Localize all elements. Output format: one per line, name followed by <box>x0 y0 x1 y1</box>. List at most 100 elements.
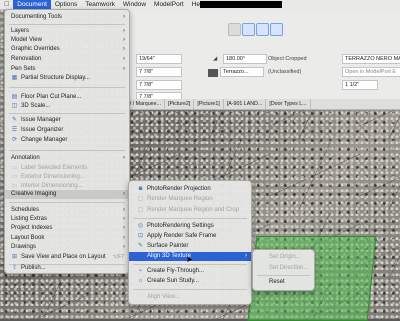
item-label: Drawings <box>11 244 37 250</box>
menu-item-publish[interactable]: ⇪ Publish... <box>5 264 129 273</box>
item-label: Reset <box>269 279 285 285</box>
angle-field[interactable]: 180.00° <box>223 54 267 64</box>
menu-item-issue-organizer[interactable]: ☰ Issue Organizer <box>5 126 129 135</box>
divider <box>133 264 247 265</box>
menu-item-photorender-projection[interactable]: ◙ PhotoRender Projection <box>129 185 251 194</box>
menu-item-annotation[interactable]: Annotation › <box>5 154 129 163</box>
menu-item-change-manager[interactable]: ⟳ Change Manager <box>5 136 129 145</box>
chevron-right-icon: › <box>123 37 125 43</box>
item-label: Set Direction... <box>269 265 309 271</box>
apple-icon[interactable]:  <box>0 0 13 9</box>
item-label: Model View <box>11 37 42 43</box>
tab-door-types[interactable]: [Door Types L... <box>266 99 311 109</box>
item-label: Publish... <box>21 265 46 271</box>
menu-item-create-fly-through[interactable]: ⌁ Create Fly-Through... <box>129 267 251 276</box>
item-label: Create Sun Study... <box>147 278 199 284</box>
label-icon: ▭ <box>11 165 18 171</box>
scale-icon: ◫ <box>11 103 18 109</box>
menu-item-listing-extras[interactable]: Listing Extras › <box>5 215 129 224</box>
menu-item-3d-scale[interactable]: ◫ 3D Scale... <box>5 102 129 111</box>
tab-a901-land[interactable]: [A-901 LAND... <box>224 99 267 109</box>
menu-item-partial-structure[interactable]: ▦ Partial Structure Display... <box>5 74 129 83</box>
item-label: Renovation <box>11 56 42 62</box>
menu-item-layout-book[interactable]: Layout Book › <box>5 234 129 243</box>
brush-icon: ✎ <box>137 243 144 249</box>
texture-swatch-icon <box>208 69 218 77</box>
view-icon[interactable] <box>256 23 269 36</box>
tool-icon[interactable] <box>228 23 241 36</box>
menu-item-graphic-overrides[interactable]: Graphic Overrides › <box>5 45 129 54</box>
menu-item-pen-sets[interactable]: Pen Sets › <box>5 65 129 74</box>
menu-item-label-selected: ▭ Label Selected Elements <box>5 164 129 173</box>
frame-icon: ⊡ <box>137 233 144 239</box>
chevron-right-icon: › <box>245 253 247 259</box>
menu-window[interactable]: Window <box>119 0 150 9</box>
partial-structure-icon: ▦ <box>11 75 18 81</box>
organizer-icon: ☰ <box>11 127 18 133</box>
item-label: PhotoRender Projection <box>147 186 211 192</box>
item-label: Floor Plan Cut Plane... <box>21 94 82 100</box>
settings-icon[interactable] <box>270 23 283 36</box>
chevron-right-icon: › <box>123 66 125 72</box>
divider <box>133 218 247 219</box>
menu-item-layers[interactable]: Layers › <box>5 27 129 36</box>
menu-item-create-sun-study[interactable]: ☼ Create Sun Study... <box>129 277 251 286</box>
settings-icon: ◎ <box>137 223 144 229</box>
menu-document[interactable]: Document <box>13 0 51 9</box>
blank-icon <box>259 254 266 261</box>
blank-icon <box>137 253 144 260</box>
modelport-field[interactable]: Open in ModelPort E <box>342 67 400 77</box>
menu-item-issue-manager[interactable]: ✎ Issue Manager <box>5 116 129 125</box>
menu-item-creative-imaging[interactable]: Creative Imaging › <box>5 190 129 199</box>
menu-item-save-view[interactable]: ⊞ Save View and Place on Layout ⌥F7 <box>5 253 129 262</box>
classification-label[interactable]: (Unclassified) <box>268 69 301 75</box>
render-icon: ▢ <box>137 196 144 202</box>
chevron-right-icon: › <box>123 216 125 222</box>
selection-icon[interactable] <box>242 23 255 36</box>
menu-item-model-view[interactable]: Model View › <box>5 36 129 45</box>
item-label: 3D Scale... <box>21 103 51 109</box>
tab-picture2[interactable]: [Picture2] <box>165 99 195 109</box>
menu-teamwork[interactable]: Teamwork <box>81 0 119 9</box>
menu-item-project-indexes[interactable]: Project Indexes › <box>5 224 129 233</box>
menu-item-set-direction: Set Direction... <box>253 264 314 273</box>
sun-icon: ☼ <box>137 278 144 284</box>
menu-modelport[interactable]: ModelPort <box>150 0 188 9</box>
item-label: Apply Render Safe Frame <box>147 233 217 239</box>
floor-plan-icon: ▤ <box>11 94 18 100</box>
dimension-icon: ▭ <box>11 174 18 180</box>
chevron-right-icon: › <box>123 225 125 231</box>
item-label: Exterior Dimensioning... <box>21 174 85 180</box>
change-icon: ⟳ <box>11 137 18 143</box>
blank-icon <box>259 265 266 272</box>
thickness-field[interactable]: 1 1/2" <box>342 80 378 90</box>
align-texture-submenu: Set Origin... Set Direction... Reset <box>252 249 315 291</box>
crop-icon: ▢ <box>137 207 144 213</box>
item-label: Align View... <box>147 294 180 300</box>
menu-item-render-safe-frame[interactable]: ⊡ Apply Render Safe Frame <box>129 232 251 241</box>
chevron-right-icon: › <box>123 235 125 241</box>
menu-options[interactable]: Options <box>51 0 81 9</box>
offset-field[interactable]: 7 7/8" <box>136 80 182 90</box>
menu-item-surface-painter[interactable]: ✎ Surface Painter <box>129 242 251 251</box>
item-label: Listing Extras <box>11 216 48 222</box>
issue-icon: ✎ <box>11 117 18 123</box>
height-field[interactable]: 7 7/8" <box>136 67 182 77</box>
redacted-area <box>200 1 282 8</box>
material-field[interactable]: TERRAZZO NERO MACRO <box>342 54 400 64</box>
divider <box>133 289 247 290</box>
save-view-icon: ⊞ <box>11 254 18 260</box>
menu-item-documenting-tools[interactable]: Documenting Tools › <box>5 13 129 22</box>
menu-item-drawings[interactable]: Drawings › <box>5 243 129 252</box>
menu-item-schedules[interactable]: Schedules › <box>5 206 129 215</box>
item-label: Partial Structure Display... <box>21 75 90 81</box>
menu-item-photorendering-settings[interactable]: ◎ PhotoRendering Settings <box>129 222 251 231</box>
dimension-field[interactable]: 19/64" <box>136 54 182 64</box>
tab-picture1[interactable]: [Picture1] <box>194 99 224 109</box>
menu-item-reset[interactable]: Reset <box>253 278 314 287</box>
menu-item-floor-plan-cut-plane[interactable]: ▤ Floor Plan Cut Plane... <box>5 93 129 102</box>
terrazzo-field[interactable]: Terrazzo... <box>220 67 264 77</box>
menu-item-renovation[interactable]: Renovation › <box>5 55 129 64</box>
divider <box>9 24 125 25</box>
menu-item-set-origin: Set Origin... <box>253 253 314 262</box>
